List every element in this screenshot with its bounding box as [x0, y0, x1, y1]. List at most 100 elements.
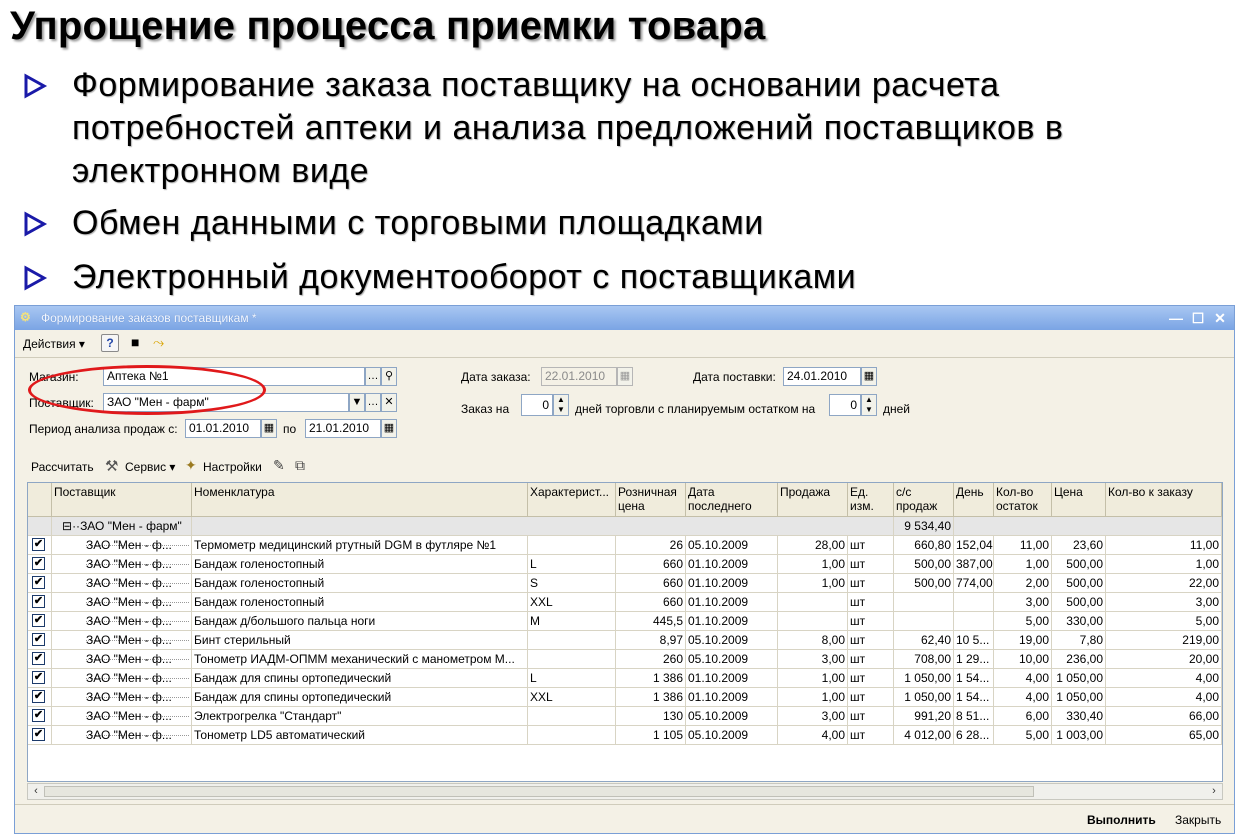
cell-day[interactable]: 1 29... [954, 650, 994, 669]
cell-cprice[interactable]: 330,00 [1052, 612, 1106, 631]
cell-supplier[interactable]: ЗАО "Мен - ф... [52, 536, 192, 555]
cell-char[interactable] [528, 707, 616, 726]
cell-cost[interactable]: 500,00 [894, 555, 954, 574]
scroll-left-icon[interactable]: ‹ [28, 784, 44, 799]
calendar-icon[interactable]: ▦ [861, 367, 877, 386]
search-icon[interactable]: ⚲ [381, 367, 397, 386]
cell-rest[interactable]: 4,00 [994, 669, 1052, 688]
cell-cost[interactable] [894, 593, 954, 612]
cell-date[interactable]: 01.10.2009 [686, 688, 778, 707]
cell-char[interactable]: XXL [528, 593, 616, 612]
collapse-icon[interactable]: ⊟ [62, 519, 72, 533]
cell-unit[interactable]: шт [848, 707, 894, 726]
delivery-date-field[interactable]: 24.01.2010 [783, 367, 861, 386]
cell-qty[interactable]: 66,00 [1106, 707, 1222, 726]
window-titlebar[interactable]: ⚙ Формирование заказов поставщикам * — ☐… [15, 306, 1234, 330]
edit-icon[interactable]: ✎ [273, 457, 285, 474]
order-days-field[interactable]: 0 [521, 394, 553, 416]
header-sale[interactable]: Продажа [778, 483, 848, 517]
cell-date[interactable]: 01.10.2009 [686, 593, 778, 612]
cell-qty[interactable]: 5,00 [1106, 612, 1222, 631]
row-checkbox[interactable]: ✔ [32, 652, 45, 665]
cell-sale[interactable]: 1,00 [778, 555, 848, 574]
cell-date[interactable]: 01.10.2009 [686, 669, 778, 688]
cell-qty[interactable]: 22,00 [1106, 574, 1222, 593]
table-row[interactable]: ✔ ЗАО "Мен - ф... Бандаж голеностопный S 660… [28, 574, 1222, 593]
cell-date[interactable]: 01.10.2009 [686, 612, 778, 631]
cell-day[interactable] [954, 593, 994, 612]
cell-unit[interactable]: шт [848, 536, 894, 555]
cell-date[interactable]: 01.10.2009 [686, 574, 778, 593]
cell-price[interactable]: 1 105 [616, 726, 686, 745]
row-checkbox[interactable]: ✔ [32, 633, 45, 646]
cell-day[interactable]: 1 54... [954, 688, 994, 707]
cell-price[interactable]: 660 [616, 555, 686, 574]
chevron-down-icon[interactable]: ▼ [349, 393, 365, 412]
cell-item[interactable]: Бинт стерильный [192, 631, 528, 650]
cell-price[interactable]: 130 [616, 707, 686, 726]
cell-date[interactable]: 05.10.2009 [686, 707, 778, 726]
table-row[interactable]: ✔ ЗАО "Мен - ф... Бандаж голеностопный XXL 6… [28, 593, 1222, 612]
header-characteristic[interactable]: Характерист... [528, 483, 616, 517]
table-row[interactable]: ✔ ЗАО "Мен - ф... Бандаж д/большого пальца… [28, 612, 1222, 631]
header-price[interactable]: Цена [1052, 483, 1106, 517]
cell-cprice[interactable]: 7,80 [1052, 631, 1106, 650]
cell-rest[interactable]: 4,00 [994, 688, 1052, 707]
cell-sale[interactable]: 1,00 [778, 574, 848, 593]
table-row[interactable]: ✔ ЗАО "Мен - ф... Бандаж для спины ортопед… [28, 688, 1222, 707]
cell-cost[interactable]: 1 050,00 [894, 669, 954, 688]
cell-cprice[interactable]: 500,00 [1052, 574, 1106, 593]
cell-price[interactable]: 1 386 [616, 669, 686, 688]
cell-cost[interactable]: 660,80 [894, 536, 954, 555]
cell-cost[interactable]: 708,00 [894, 650, 954, 669]
cell-supplier[interactable]: ЗАО "Мен - ф... [52, 555, 192, 574]
cell-date[interactable]: 05.10.2009 [686, 726, 778, 745]
cell-date[interactable]: 05.10.2009 [686, 536, 778, 555]
cell-rest[interactable]: 5,00 [994, 726, 1052, 745]
cell-cost[interactable]: 1 050,00 [894, 688, 954, 707]
cell-char[interactable]: S [528, 574, 616, 593]
cell-day[interactable]: 8 51... [954, 707, 994, 726]
header-qty[interactable]: Кол-во к заказу [1106, 483, 1222, 517]
header-day[interactable]: День [954, 483, 994, 517]
cell-char[interactable]: XXL [528, 688, 616, 707]
order-grid[interactable]: Поставщик Номенклатура Характерист... Ро… [27, 482, 1223, 782]
cell-supplier[interactable]: ЗАО "Мен - ф... [52, 669, 192, 688]
cell-date[interactable]: 01.10.2009 [686, 555, 778, 574]
calculate-button[interactable]: Рассчитать [31, 460, 94, 474]
cell-char[interactable] [528, 536, 616, 555]
table-row[interactable]: ✔ ЗАО "Мен - ф... Термометр медицинский рт… [28, 536, 1222, 555]
cell-char[interactable] [528, 631, 616, 650]
row-checkbox[interactable]: ✔ [32, 538, 45, 551]
cell-sale[interactable]: 3,00 [778, 707, 848, 726]
actions-menu[interactable]: Действия ▾ [23, 337, 85, 351]
table-row[interactable]: ✔ ЗАО "Мен - ф... Электрогрелка "Стандарт"… [28, 707, 1222, 726]
cell-price[interactable]: 1 386 [616, 688, 686, 707]
calendar-icon[interactable]: ▦ [261, 419, 277, 438]
stepper-icon[interactable]: ▲ ▼ [553, 394, 569, 416]
cell-supplier[interactable]: ЗАО "Мен - ф... [52, 631, 192, 650]
cell-qty[interactable]: 11,00 [1106, 536, 1222, 555]
row-checkbox[interactable]: ✔ [32, 614, 45, 627]
cell-cprice[interactable]: 1 050,00 [1052, 688, 1106, 707]
close-button[interactable]: Закрыть [1175, 813, 1221, 827]
header-supplier[interactable]: Поставщик [52, 483, 192, 517]
table-row[interactable]: ✔ ЗАО "Мен - ф... Тонометр LD5 автоматичес… [28, 726, 1222, 745]
cell-char[interactable]: M [528, 612, 616, 631]
cell-unit[interactable]: шт [848, 726, 894, 745]
cell-day[interactable]: 6 28... [954, 726, 994, 745]
cell-rest[interactable]: 19,00 [994, 631, 1052, 650]
calendar-icon[interactable]: ▦ [381, 419, 397, 438]
cell-unit[interactable]: шт [848, 593, 894, 612]
cell-cost[interactable]: 4 012,00 [894, 726, 954, 745]
cell-cprice[interactable]: 23,60 [1052, 536, 1106, 555]
cell-price[interactable]: 8,97 [616, 631, 686, 650]
cell-sale[interactable]: 4,00 [778, 726, 848, 745]
row-checkbox[interactable]: ✔ [32, 671, 45, 684]
header-last-date[interactable]: Дата последнего [686, 483, 778, 517]
cell-char[interactable] [528, 726, 616, 745]
cell-cost[interactable]: 62,40 [894, 631, 954, 650]
execute-button[interactable]: Выполнить [1087, 813, 1156, 827]
cell-day[interactable]: 774,00 [954, 574, 994, 593]
cell-sale[interactable]: 3,00 [778, 650, 848, 669]
